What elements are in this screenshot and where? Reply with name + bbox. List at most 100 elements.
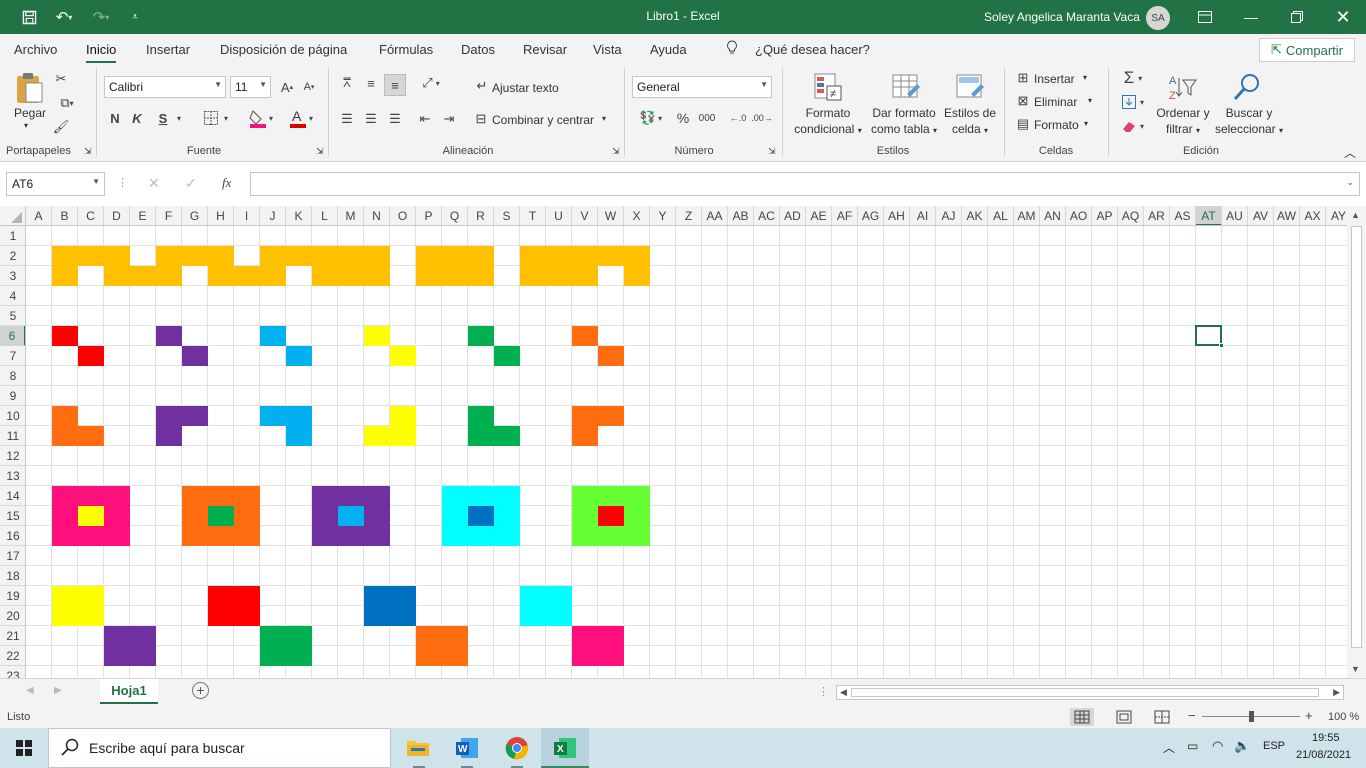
- column-header-r[interactable]: R: [468, 206, 494, 225]
- column-header-k[interactable]: K: [286, 206, 312, 225]
- column-header-x[interactable]: X: [624, 206, 650, 225]
- column-header-z[interactable]: Z: [676, 206, 702, 225]
- column-header-aq[interactable]: AQ: [1118, 206, 1144, 225]
- row-header-15[interactable]: 15: [0, 506, 25, 526]
- filled-cell-range[interactable]: [286, 426, 312, 446]
- column-header-u[interactable]: U: [546, 206, 572, 225]
- horizontal-scrollbar[interactable]: ◀ ▶: [836, 685, 1344, 700]
- filled-cell-range[interactable]: [468, 406, 494, 426]
- column-header-ay[interactable]: AY: [1326, 206, 1347, 225]
- filled-cell-range[interactable]: [156, 406, 208, 426]
- formula-input[interactable]: ⌄: [250, 172, 1360, 196]
- filled-cell-range[interactable]: [520, 586, 572, 626]
- conditional-format-button[interactable]: Formato condicional ▾: [790, 105, 866, 139]
- chevron-up-icon[interactable]: ︿: [1163, 739, 1175, 756]
- name-box[interactable]: AT6 ▼: [6, 172, 105, 196]
- merge-dropdown[interactable]: ▾: [602, 114, 606, 123]
- row-header-20[interactable]: 20: [0, 606, 25, 626]
- filled-cell-range[interactable]: [572, 326, 598, 346]
- paste-icon[interactable]: [12, 70, 46, 106]
- zoom-slider-thumb[interactable]: [1249, 711, 1254, 722]
- filled-cell-range[interactable]: [52, 426, 104, 446]
- taskbar-search[interactable]: Escribe aquí para buscar: [48, 728, 391, 768]
- column-header-n[interactable]: N: [364, 206, 390, 225]
- filled-cell-range[interactable]: [364, 326, 390, 346]
- thousands-button[interactable]: 000: [696, 109, 718, 127]
- avatar[interactable]: SA: [1146, 6, 1170, 30]
- filled-cell-range[interactable]: [182, 346, 208, 366]
- borders-icon[interactable]: ▾: [198, 109, 234, 127]
- row-header-10[interactable]: 10: [0, 406, 25, 426]
- next-sheet-icon[interactable]: ▶: [54, 685, 62, 696]
- shrink-font-icon[interactable]: A ▾: [300, 78, 318, 96]
- column-header-at[interactable]: AT: [1196, 206, 1222, 225]
- filled-cell-range[interactable]: [208, 586, 260, 626]
- filled-cell-range[interactable]: [260, 626, 312, 666]
- column-header-h[interactable]: H: [208, 206, 234, 225]
- filled-cell-range[interactable]: [468, 426, 520, 446]
- font-size-select[interactable]: 11 ▼: [230, 76, 271, 98]
- column-header-as[interactable]: AS: [1170, 206, 1196, 225]
- row-header-23[interactable]: 23: [0, 666, 25, 678]
- filled-cell-range[interactable]: [520, 246, 650, 266]
- column-header-ag[interactable]: AG: [858, 206, 884, 225]
- scroll-up-icon[interactable]: ▲: [1351, 210, 1360, 220]
- column-header-c[interactable]: C: [78, 206, 104, 225]
- paste-label[interactable]: Pegar: [14, 106, 46, 120]
- column-header-a[interactable]: A: [26, 206, 52, 225]
- column-header-ac[interactable]: AC: [754, 206, 780, 225]
- format-cells-icon[interactable]: ▤: [1014, 116, 1032, 132]
- tab-archivo[interactable]: Archivo: [14, 42, 57, 57]
- vertical-scrollbar[interactable]: ▲ ▼: [1347, 206, 1366, 678]
- clipboard-launcher-icon[interactable]: ⇲: [84, 146, 92, 157]
- filled-cell-range[interactable]: [260, 406, 312, 426]
- row-header-13[interactable]: 13: [0, 466, 25, 486]
- clock-time[interactable]: 19:55: [1312, 732, 1340, 744]
- scroll-left-icon[interactable]: ◀: [840, 687, 847, 698]
- filled-cell-range[interactable]: [598, 346, 624, 366]
- tab-formulas[interactable]: Fórmulas: [379, 42, 433, 57]
- row-header-11[interactable]: 11: [0, 426, 25, 446]
- add-sheet-icon[interactable]: +: [192, 682, 209, 699]
- chevron-down-icon[interactable]: ▾: [1084, 119, 1088, 128]
- clear-icon[interactable]: ▾: [1116, 116, 1150, 136]
- column-header-e[interactable]: E: [130, 206, 156, 225]
- wifi-icon[interactable]: ◠: [1212, 738, 1223, 754]
- filled-cell-range[interactable]: [468, 506, 494, 526]
- copy-icon[interactable]: ⧉ ▾: [52, 94, 82, 112]
- share-button[interactable]: ⇱ Compartir: [1259, 38, 1355, 62]
- column-header-av[interactable]: AV: [1248, 206, 1274, 225]
- italic-button[interactable]: K: [128, 109, 146, 127]
- column-header-b[interactable]: B: [52, 206, 78, 225]
- orientation-icon[interactable]: ⤢ ▾: [416, 74, 446, 92]
- tab-vista[interactable]: Vista: [593, 42, 622, 57]
- cut-icon[interactable]: ✂: [52, 70, 70, 88]
- filled-cell-range[interactable]: [156, 326, 182, 346]
- row-header-9[interactable]: 9: [0, 386, 25, 406]
- chevron-down-icon[interactable]: ▼: [92, 177, 100, 186]
- filled-cell-range[interactable]: [494, 346, 520, 366]
- font-launcher-icon[interactable]: ⇲: [316, 146, 324, 157]
- column-header-ai[interactable]: AI: [910, 206, 936, 225]
- row-header-7[interactable]: 7: [0, 346, 25, 366]
- cancel-icon[interactable]: ✕: [148, 175, 160, 192]
- row-header-19[interactable]: 19: [0, 586, 25, 606]
- align-middle-icon[interactable]: ≡: [362, 74, 380, 92]
- find-select-icon[interactable]: [1230, 70, 1264, 104]
- selected-cell-cursor[interactable]: [1195, 325, 1224, 348]
- column-header-d[interactable]: D: [104, 206, 130, 225]
- align-right-icon[interactable]: ☰: [386, 110, 404, 128]
- row-header-22[interactable]: 22: [0, 646, 25, 666]
- fill-handle[interactable]: [1219, 343, 1224, 348]
- column-header-am[interactable]: AM: [1014, 206, 1040, 225]
- filled-cell-range[interactable]: [390, 346, 416, 366]
- tab-ayuda[interactable]: Ayuda: [650, 42, 687, 57]
- column-header-aa[interactable]: AA: [702, 206, 728, 225]
- filled-cell-range[interactable]: [624, 266, 650, 286]
- paste-dropdown[interactable]: ▾: [24, 121, 28, 130]
- column-header-q[interactable]: Q: [442, 206, 468, 225]
- percent-button[interactable]: %: [674, 109, 692, 127]
- tell-me-search[interactable]: ¿Qué desea hacer?: [755, 42, 870, 57]
- number-format-select[interactable]: General ▼: [632, 76, 772, 98]
- conditional-format-icon[interactable]: ≠: [812, 70, 844, 104]
